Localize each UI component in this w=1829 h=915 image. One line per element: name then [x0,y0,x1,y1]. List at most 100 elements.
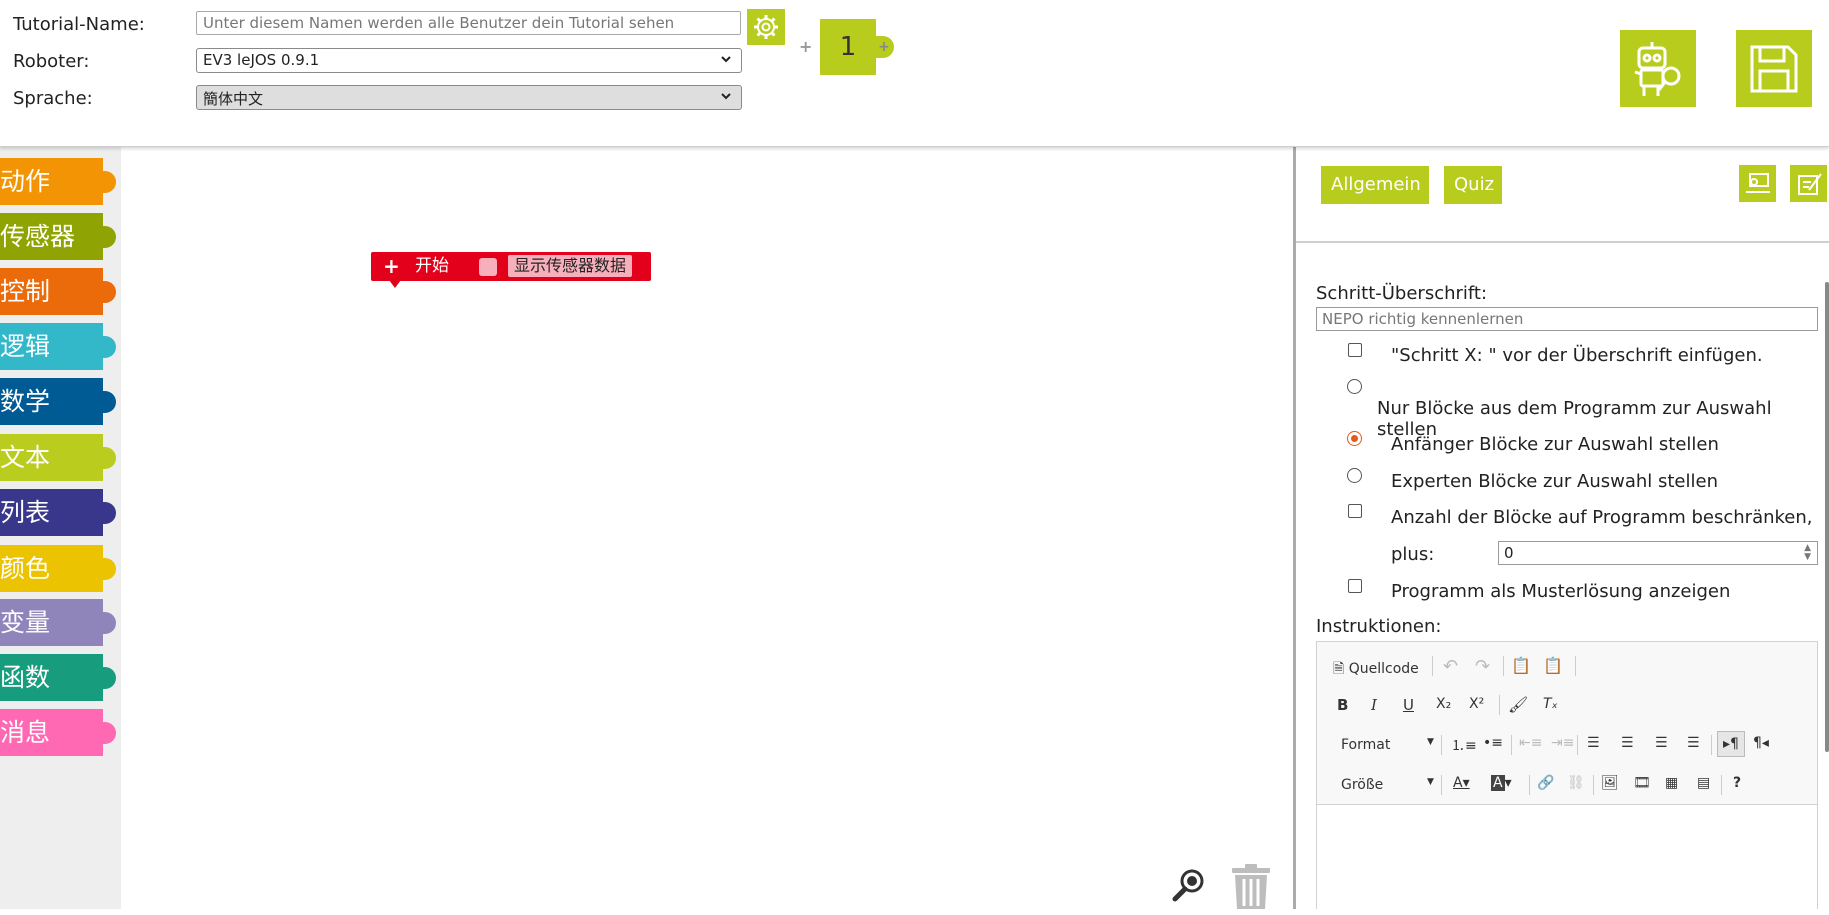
category-messages[interactable]: 消息 [0,709,116,756]
tab-general[interactable]: Allgemein [1321,166,1429,204]
show-solution-checkbox[interactable] [1348,579,1362,593]
toolbar-separator [1441,735,1442,755]
start-block-label: 开始 [415,256,449,276]
prefix-checkbox[interactable] [1348,343,1362,357]
category-sensors[interactable]: 传感器 [0,213,116,260]
align-left-icon[interactable]: ☰ [1587,735,1600,751]
plus-label: plus: [1391,544,1435,565]
limit-blocks-checkbox[interactable] [1348,504,1362,518]
program-workspace[interactable] [121,147,1294,909]
paste-text-icon[interactable]: 📋 [1543,656,1563,675]
save-button[interactable] [1736,30,1812,107]
extra-blocks-input[interactable]: 0 ▲ ▼ [1498,541,1818,565]
step-heading-label: Schritt-Überschrift: [1316,283,1488,304]
robot-icon [1634,41,1681,96]
toolbar-separator [1511,735,1512,755]
image-icon[interactable]: 🖼 [1601,775,1619,791]
category-action[interactable]: 动作 [0,158,116,205]
add-thread-button[interactable]: + [383,255,400,277]
editor-content-area[interactable] [1317,804,1817,915]
undo-icon[interactable]: ↶ [1443,656,1458,677]
tutorial-name-input[interactable]: Unter diesem Namen werden alle Benutzer … [196,11,741,35]
step-heading-input[interactable]: NEPO richtig kennenlernen [1316,307,1818,331]
expert-radio[interactable] [1347,468,1362,483]
expert-option-label: Experten Blöcke zur Auswahl stellen [1391,471,1718,492]
copy-format-icon[interactable]: 🖌 [1508,695,1528,714]
robot-select[interactable]: EV3 leJOS 0.9.1 [196,48,742,73]
top-bar: Tutorial-Name: Roboter: Sprache: Unter d… [0,0,1829,147]
category-colours[interactable]: 颜色 [0,545,116,592]
align-justify-icon[interactable]: ☰ [1687,735,1700,751]
beginner-option-label: Anfänger Blöcke zur Auswahl stellen [1391,434,1719,455]
robot-label: Roboter: [13,51,90,72]
edit-note-icon [1797,172,1822,195]
chevron-down-icon [721,93,731,100]
bold-icon[interactable]: B [1337,696,1348,714]
unlink-icon[interactable]: ⛓ [1567,775,1585,791]
video-icon[interactable]: 🎞 [1633,775,1651,791]
align-right-icon[interactable]: ☰ [1655,735,1668,751]
subscript-icon[interactable]: X₂ [1436,696,1451,712]
add-step-after-button[interactable]: + [874,36,894,58]
dropdown-arrow-icon: ▼ [1427,737,1434,747]
ltr-icon[interactable]: ▸¶ [1717,731,1745,757]
paste-icon[interactable]: 📋 [1511,656,1531,675]
category-math[interactable]: 数学 [0,378,116,425]
category-logic[interactable]: 逻辑 [0,323,116,370]
toolbar-separator [1432,656,1433,676]
redo-icon[interactable]: ↷ [1475,656,1490,677]
toolbar-separator [1503,656,1504,676]
link-icon[interactable]: 🔗 [1537,775,1554,791]
trash-icon[interactable] [1228,864,1274,909]
text-color-icon[interactable]: A▾ [1453,775,1470,791]
category-control[interactable]: 控制 [0,268,116,315]
extra-blocks-value: 0 [1504,544,1514,562]
computer-icon [1745,172,1770,193]
beginner-radio[interactable] [1347,431,1362,446]
toolbar-separator [1441,775,1442,795]
outdent-icon[interactable]: ⇤≡ [1519,735,1542,751]
bullet-list-icon[interactable]: •≡ [1483,735,1503,751]
language-label: Sprache: [13,88,93,109]
tab-quiz[interactable]: Quiz [1444,166,1502,204]
zoom-reset-icon[interactable] [1172,868,1206,902]
underline-icon[interactable]: U [1403,696,1414,714]
source-code-button[interactable]: 🗎 Quellcode [1333,658,1419,682]
category-variables[interactable]: 变量 [0,599,116,646]
panel-scrollbar[interactable] [1825,282,1829,752]
category-text[interactable]: 文本 [0,434,116,481]
workspace-view-button[interactable] [1739,165,1776,202]
category-functions[interactable]: 函数 [0,654,116,701]
numbered-list-icon[interactable]: ⒈≡ [1451,735,1477,755]
superscript-icon[interactable]: X² [1469,696,1484,712]
help-icon[interactable]: ? [1733,775,1741,791]
spinner-arrows-icon[interactable]: ▲ ▼ [1804,544,1811,562]
italic-icon[interactable]: I [1371,696,1377,714]
rtl-icon[interactable]: ¶◂ [1753,735,1769,751]
panel-separator [1296,241,1829,243]
floppy-disk-icon [1750,45,1798,92]
toolbar-separator [1577,735,1578,755]
size-dropdown[interactable]: Größe ▼ [1341,777,1434,793]
robot-search-button[interactable] [1620,30,1696,107]
size-dropdown-label: Größe [1341,777,1384,793]
settings-button[interactable] [747,9,785,45]
add-step-before-button[interactable]: + [799,37,812,56]
align-center-icon[interactable]: ☰ [1621,735,1634,751]
instructions-editor: 🗎 Quellcode ↶ ↷ 📋 📋 B I U X₂ X² 🖌 Tₓ For… [1316,641,1818,915]
background-color-icon[interactable]: A ▾ [1491,775,1512,791]
only-program-radio[interactable] [1347,379,1362,394]
start-block[interactable]: + 开始 显示传感器数据 [371,252,651,288]
indent-icon[interactable]: ⇥≡ [1551,735,1574,751]
format-dropdown[interactable]: Format ▼ [1341,737,1434,753]
gear-icon [754,15,778,39]
language-select[interactable]: 簡体中文 [196,85,742,110]
horizontal-rule-icon[interactable]: ▤ [1697,775,1710,791]
remove-format-icon[interactable]: Tₓ [1543,696,1558,712]
show-sensor-data-checkbox[interactable] [479,258,497,276]
edit-instructions-button[interactable] [1790,165,1827,202]
tutorial-name-label: Tutorial-Name: [13,14,145,35]
category-lists[interactable]: 列表 [0,489,116,536]
step-counter[interactable]: 1 [820,19,876,75]
table-icon[interactable]: ▦ [1665,775,1678,791]
